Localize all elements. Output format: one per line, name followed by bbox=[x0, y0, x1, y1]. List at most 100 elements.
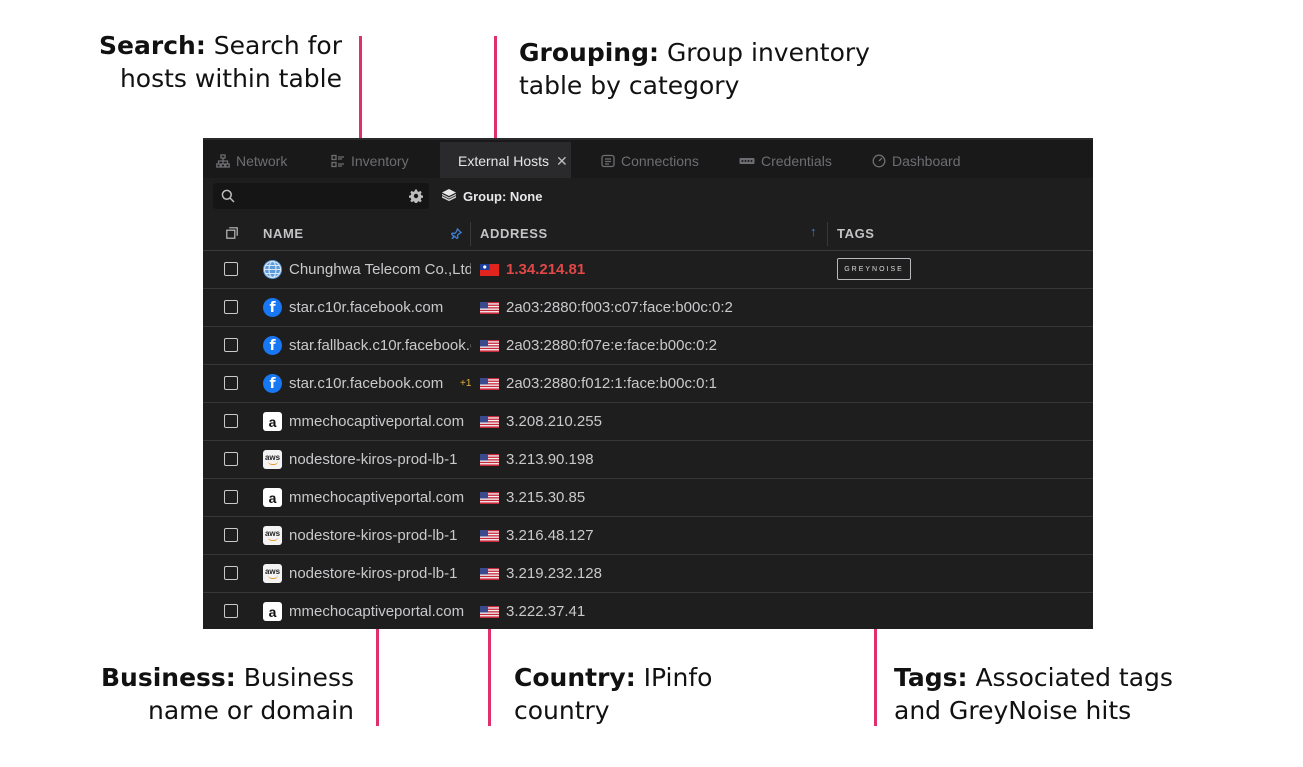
column-divider[interactable] bbox=[470, 222, 471, 246]
host-name: mmechocaptiveportal.com bbox=[289, 413, 465, 430]
amazon-icon: a bbox=[263, 602, 282, 621]
globe-icon bbox=[263, 260, 282, 279]
row-checkbox[interactable] bbox=[224, 528, 238, 542]
annotation-business-line2: name or domain bbox=[148, 696, 354, 725]
tw-flag-icon bbox=[480, 264, 499, 276]
tab-dashboard[interactable]: Dashboard bbox=[872, 142, 961, 180]
tab-external-hosts[interactable]: External Hosts ✕ bbox=[440, 142, 571, 180]
host-name: star.fallback.c10r.facebook.com bbox=[289, 337, 471, 354]
search-input[interactable] bbox=[239, 183, 399, 209]
host-address: 2a03:2880:f012:1:face:b00c:0:1 bbox=[506, 375, 718, 392]
annotation-grouping: Grouping: Group inventory table by categ… bbox=[519, 36, 919, 102]
search-icon bbox=[221, 189, 235, 203]
row-checkbox[interactable] bbox=[224, 300, 238, 314]
dashboard-icon bbox=[872, 154, 886, 168]
host-name: mmechocaptiveportal.com bbox=[289, 603, 465, 620]
row-checkbox[interactable] bbox=[224, 262, 238, 276]
column-header-address[interactable]: ADDRESS bbox=[480, 216, 548, 250]
annotation-business-pointer bbox=[376, 618, 379, 726]
host-address: 3.216.48.127 bbox=[506, 527, 594, 544]
annotation-country-pointer bbox=[488, 618, 491, 726]
us-flag-icon bbox=[480, 302, 499, 314]
us-flag-icon bbox=[480, 340, 499, 352]
table-row[interactable]: a mmechocaptiveportal.com 3.222.37.41 bbox=[203, 593, 1093, 629]
row-checkbox[interactable] bbox=[224, 414, 238, 428]
table-row[interactable]: f star.c10r.facebook.com +1 2a03:2880:f012:… bbox=[203, 365, 1093, 403]
tab-label: External Hosts bbox=[458, 153, 550, 169]
tab-connections[interactable]: Connections bbox=[601, 142, 699, 180]
column-header-name-label: NAME bbox=[263, 225, 304, 241]
table-header: NAME ADDRESS ↑ TAGS bbox=[203, 216, 1093, 251]
annotation-grouping-title: Grouping: bbox=[519, 38, 659, 67]
aws-icon: aws bbox=[263, 450, 282, 469]
annotation-country: Country: IPinfo country bbox=[514, 661, 814, 727]
column-divider[interactable] bbox=[827, 222, 828, 246]
host-name: star.c10r.facebook.com bbox=[289, 375, 444, 392]
host-address: 3.222.37.41 bbox=[506, 603, 586, 620]
row-checkbox[interactable] bbox=[224, 376, 238, 390]
host-address: 2a03:2880:f07e:e:face:b00c:0:2 bbox=[506, 337, 718, 354]
amazon-icon: a bbox=[263, 488, 282, 507]
us-flag-icon bbox=[480, 416, 499, 428]
column-header-tags[interactable]: TAGS bbox=[837, 216, 875, 250]
select-all-icon[interactable] bbox=[226, 227, 238, 239]
app-window: Network Inventory External Hosts ✕ Conne… bbox=[203, 138, 1093, 629]
row-checkbox[interactable] bbox=[224, 604, 238, 618]
table-row[interactable]: f star.fallback.c10r.facebook.com 2a03:288… bbox=[203, 327, 1093, 365]
table-row[interactable]: a mmechocaptiveportal.com 3.215.30.85 bbox=[203, 479, 1093, 517]
aws-icon: aws bbox=[263, 564, 282, 583]
table-row[interactable]: aws nodestore-kiros-prod-lb-1 3.213.90.198 bbox=[203, 441, 1093, 479]
row-checkbox[interactable] bbox=[224, 452, 238, 466]
annotation-search-line1: Search for bbox=[213, 31, 342, 60]
host-name: nodestore-kiros-prod-lb-1 bbox=[289, 565, 458, 582]
annotation-tags-line1: Associated tags bbox=[975, 663, 1173, 692]
host-name: nodestore-kiros-prod-lb-1 bbox=[289, 527, 458, 544]
sort-ascending-icon[interactable]: ↑ bbox=[810, 224, 817, 239]
tab-network[interactable]: Network bbox=[216, 142, 287, 180]
annotation-country-line1: IPinfo bbox=[643, 663, 713, 692]
host-address: 3.215.30.85 bbox=[506, 489, 586, 506]
search-box[interactable] bbox=[213, 183, 429, 209]
row-checkbox[interactable] bbox=[224, 490, 238, 504]
annotation-business-title: Business: bbox=[100, 663, 236, 692]
row-checkbox[interactable] bbox=[224, 566, 238, 580]
group-button[interactable]: Group: None bbox=[441, 183, 542, 209]
annotation-business-line1: Business bbox=[243, 663, 354, 692]
tab-inventory[interactable]: Inventory bbox=[331, 142, 409, 180]
extra-names-badge[interactable]: +1 bbox=[460, 365, 471, 402]
column-header-name[interactable]: NAME bbox=[263, 216, 304, 250]
tab-credentials[interactable]: Credentials bbox=[739, 142, 832, 180]
annotation-grouping-line2: table by category bbox=[519, 71, 740, 100]
host-address: 2a03:2880:f003:c07:face:b00c:0:2 bbox=[506, 299, 733, 316]
network-icon bbox=[216, 154, 230, 168]
row-checkbox[interactable] bbox=[224, 338, 238, 352]
greynoise-tag[interactable]: GREYNOISE bbox=[837, 258, 911, 280]
amazon-icon: a bbox=[263, 412, 282, 431]
host-name: nodestore-kiros-prod-lb-1 bbox=[289, 451, 458, 468]
close-icon[interactable]: ✕ bbox=[556, 153, 568, 170]
tab-label: Connections bbox=[621, 153, 699, 169]
annotation-tags: Tags: Associated tags and GreyNoise hits bbox=[894, 661, 1274, 727]
greynoise-tag-label: GREYNOISE bbox=[844, 265, 904, 273]
gear-icon[interactable] bbox=[409, 189, 423, 203]
annotation-tags-title: Tags: bbox=[894, 663, 968, 692]
host-address: 3.213.90.198 bbox=[506, 451, 594, 468]
host-address: 1.34.214.81 bbox=[506, 261, 586, 278]
table-row[interactable]: f star.c10r.facebook.com 2a03:2880:f003:c0… bbox=[203, 289, 1093, 327]
table-row[interactable]: aws nodestore-kiros-prod-lb-1 3.216.48.127 bbox=[203, 517, 1093, 555]
host-address: 3.208.210.255 bbox=[506, 413, 602, 430]
credentials-icon bbox=[739, 158, 755, 164]
us-flag-icon bbox=[480, 568, 499, 580]
tab-label: Inventory bbox=[351, 153, 409, 169]
table-row[interactable]: Chunghwa Telecom Co.,Ltd. 1.34.214.81 GREY… bbox=[203, 251, 1093, 289]
annotation-country-title: Country: bbox=[514, 663, 636, 692]
table-row[interactable]: a mmechocaptiveportal.com 3.208.210.255 bbox=[203, 403, 1093, 441]
tab-label: Credentials bbox=[761, 153, 832, 169]
layers-icon bbox=[442, 189, 456, 202]
column-header-tags-label: TAGS bbox=[837, 225, 875, 241]
pin-icon[interactable] bbox=[451, 228, 462, 239]
aws-icon: aws bbox=[263, 526, 282, 545]
table-row[interactable]: aws nodestore-kiros-prod-lb-1 3.219.232.12… bbox=[203, 555, 1093, 593]
annotation-search-line2: hosts within table bbox=[119, 64, 342, 93]
us-flag-icon bbox=[480, 606, 499, 618]
